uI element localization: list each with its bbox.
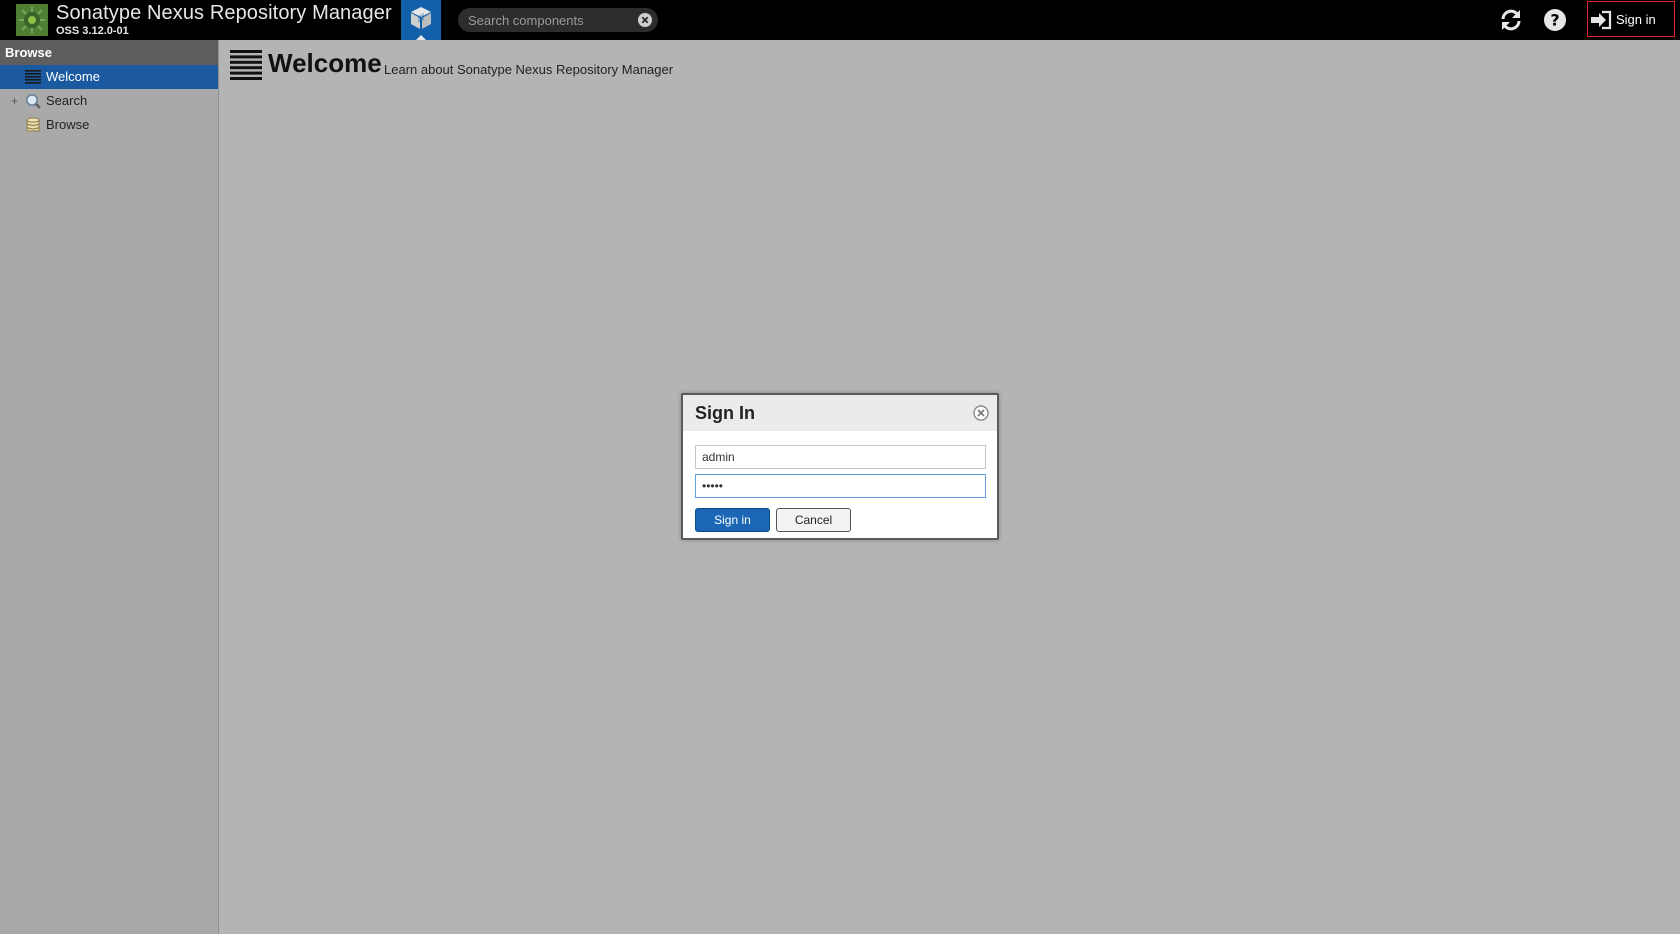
magnifier-icon [26,94,41,109]
sign-in-icon [1591,10,1612,30]
welcome-list-icon [25,70,41,84]
database-icon [26,117,40,132]
svg-text:?: ? [1550,11,1559,30]
top-header: Sonatype Nexus Repository Manager OSS 3.… [0,0,1680,40]
sign-in-dialog: Sign In Sign in Cancel [681,393,999,540]
close-icon[interactable] [973,405,989,421]
cube-icon [411,7,431,29]
search-box [458,8,658,32]
search-components-input[interactable] [458,8,628,32]
refresh-icon[interactable] [1499,8,1523,32]
header-sign-in-label: Sign in [1616,12,1656,27]
sidebar-item-search[interactable]: + Search [0,89,218,113]
password-field[interactable] [695,474,986,498]
header-sign-in-button[interactable]: Sign in [1587,1,1675,37]
app-version: OSS 3.12.0-01 [56,25,129,37]
nexus-logo-icon [16,4,48,36]
dialog-title: Sign In [695,403,755,423]
sidebar-item-label: Browse [46,117,90,132]
app-title: Sonatype Nexus Repository Manager [56,2,392,24]
sidebar-item-label: Welcome [46,69,100,84]
expand-toggle[interactable]: + [11,89,21,113]
sidebar-item-browse[interactable]: Browse [0,113,218,137]
dialog-header: Sign In [683,395,997,431]
sidebar: Browse Welcome + Search Browse [0,40,219,934]
sign-in-submit-button[interactable]: Sign in [695,508,770,532]
clear-search-icon[interactable] [638,13,652,27]
sidebar-item-welcome[interactable]: Welcome [0,65,218,89]
cancel-button[interactable]: Cancel [776,508,851,532]
welcome-list-icon [230,50,262,80]
page-subtitle: Learn about Sonatype Nexus Repository Ma… [384,62,674,77]
help-icon[interactable]: ? [1543,8,1567,32]
username-field[interactable] [695,445,986,469]
sidebar-item-label: Search [46,93,88,108]
page-title: Welcome [268,48,382,78]
sidebar-title: Browse [0,40,218,65]
browse-mode-button[interactable] [401,0,441,40]
